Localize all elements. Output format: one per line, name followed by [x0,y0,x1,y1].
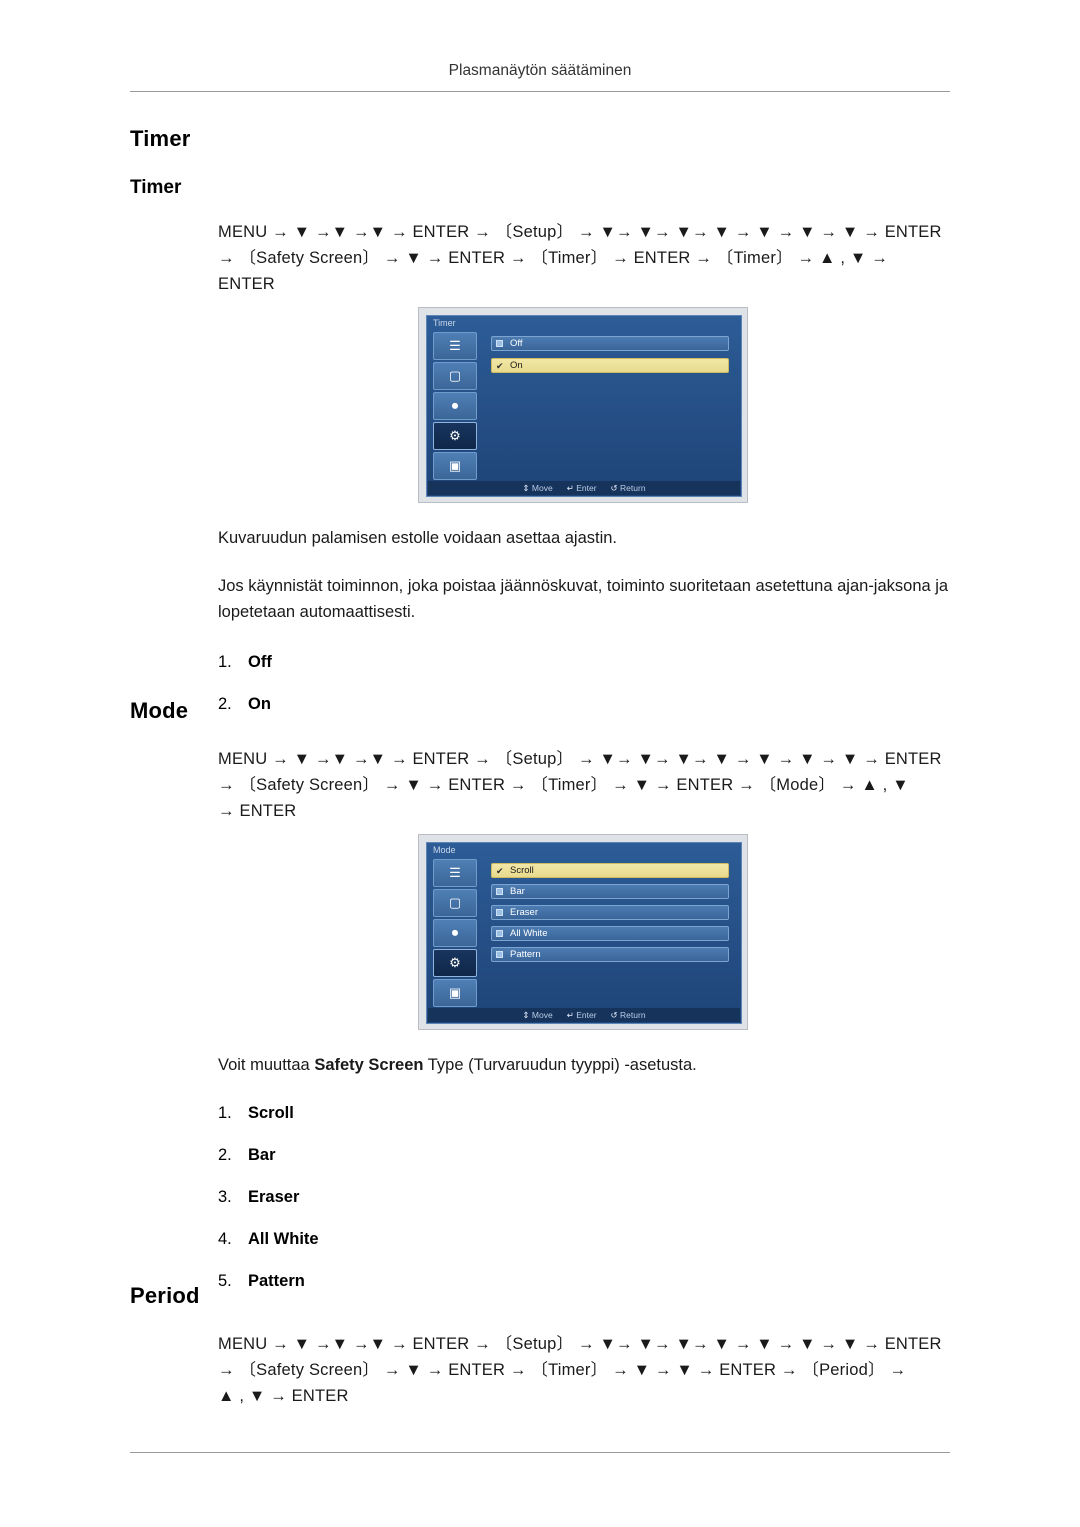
nav-path-line: → 〔Safety Screen〕 → ▼ → ENTER → 〔Timer〕 … [218,776,909,794]
osd-row-label: Off [510,338,523,349]
osd-row-label: Pattern [510,949,541,960]
move-icon: ⇕ [522,1010,530,1020]
osd-icon-setup[interactable]: ⚙ [433,422,477,450]
return-icon: ↺ [610,1010,618,1020]
nav-path-line: ENTER [218,275,275,293]
nav-path-mode: MENU → ▼ →▼ →▼ → ENTER → 〔Setup〕 → ▼→ ▼→… [130,746,950,824]
paragraph-bold: Safety Screen [314,1056,424,1074]
enter-icon: ↵ [566,483,574,493]
list-number: 4. [218,1230,232,1248]
list-item: 4. All White [218,1218,950,1260]
list-label: All White [248,1230,319,1248]
osd-footer-enter: ↵ Enter [566,1010,597,1020]
osd-icon-picture[interactable]: ☰ [433,859,477,887]
section-period: Period MENU → ▼ →▼ →▼ → ENTER → 〔Setup〕 … [130,1283,950,1409]
osd-title: Mode [433,845,456,855]
list-number: 3. [218,1188,232,1206]
osd-footer-enter: ↵ Enter [566,483,597,493]
bullet-icon [496,909,503,916]
list-number: 1. [218,653,232,671]
nav-path-period: MENU → ▼ →▼ →▼ → ENTER → 〔Setup〕 → ▼→ ▼→… [130,1331,950,1409]
osd-row-scroll[interactable]: ✔ Scroll [491,863,729,878]
osd-icon-multicontrol[interactable]: ▣ [433,979,477,1007]
nav-path-line: → 〔Safety Screen〕 → ▼ → ENTER → 〔Timer〕 … [218,1361,907,1379]
osd-row-label: All White [510,928,548,939]
list-label: Scroll [248,1104,294,1122]
osd-title: Timer [433,318,456,328]
section-heading-period: Period [130,1283,200,1308]
osd-row-on[interactable]: ✔ On [491,358,729,373]
check-icon: ✔ [496,361,504,371]
osd-panel: Mode ☰ ▢ ⏺ ⚙ ▣ ✔ Scroll Bar Eraser All W… [426,842,742,1024]
return-icon: ↺ [610,483,618,493]
list-item: 2. Bar [218,1134,950,1176]
osd-icon-picture[interactable]: ☰ [433,332,477,360]
list-item: 3. Eraser [218,1176,950,1218]
osd-screenshot-mode: Mode ☰ ▢ ⏺ ⚙ ▣ ✔ Scroll Bar Eraser All W… [418,834,748,1030]
osd-row-all-white[interactable]: All White [491,926,729,941]
list-label: Off [248,653,272,671]
osd-icon-sound[interactable]: ▢ [433,362,477,390]
section-mode: Mode MENU → ▼ →▼ →▼ → ENTER → 〔Setup〕 → … [130,698,950,1302]
list-number: 1. [218,1104,232,1122]
paragraph-timer-1: Kuvaruudun palamisen estolle voidaan ase… [218,529,618,547]
osd-row-label: On [510,360,523,371]
osd-screenshot-timer: Timer ☰ ▢ ⏺ ⚙ ▣ Off ✔ On ⇕ Move ↵ Enter … [418,307,748,503]
osd-panel: Timer ☰ ▢ ⏺ ⚙ ▣ Off ✔ On ⇕ Move ↵ Enter … [426,315,742,497]
nav-path-line: → 〔Safety Screen〕 → ▼ → ENTER → 〔Timer〕 … [218,249,888,267]
osd-footer: ⇕ Move ↵ Enter ↺ Return [428,1008,740,1022]
page-header: Plasmanäytön säätäminen [448,62,632,79]
footer-rule [130,1452,950,1453]
list-label: Eraser [248,1188,300,1206]
bullet-icon [496,888,503,895]
document-page: Plasmanäytön säätäminen Timer Timer MENU… [0,0,1080,1527]
list-item: 1. Off [218,641,950,683]
osd-icon-time[interactable]: ⏺ [433,392,477,420]
list-label: Bar [248,1146,276,1164]
osd-footer-move: ⇕ Move [522,1010,553,1020]
header-rule [130,91,950,92]
section-heading-timer: Timer [130,126,191,151]
osd-row-off[interactable]: Off [491,336,729,351]
osd-icon-time[interactable]: ⏺ [433,919,477,947]
nav-path-timer: MENU → ▼ →▼ →▼ → ENTER → 〔Setup〕 → ▼→ ▼→… [130,219,950,297]
nav-path-line: MENU → ▼ →▼ →▼ → ENTER → 〔Setup〕 → ▼→ ▼→… [218,223,942,241]
osd-icon-setup[interactable]: ⚙ [433,949,477,977]
osd-row-eraser[interactable]: Eraser [491,905,729,920]
osd-footer-return: ↺ Return [610,1010,646,1020]
list-item: 1. Scroll [218,1092,950,1134]
osd-footer: ⇕ Move ↵ Enter ↺ Return [428,481,740,495]
osd-icon-multicontrol[interactable]: ▣ [433,452,477,480]
bullet-icon [496,930,503,937]
bullet-icon [496,340,503,347]
subsection-heading-timer: Timer [130,177,182,198]
osd-row-label: Eraser [510,907,538,918]
paragraph-timer-2: Jos käynnistät toiminnon, joka poistaa j… [218,577,949,621]
osd-footer-move: ⇕ Move [522,483,553,493]
osd-footer-return: ↺ Return [610,483,646,493]
nav-path-line: ▲ , ▼ → ENTER [218,1387,349,1405]
list-number: 2. [218,1146,232,1164]
section-timer: Timer Timer MENU → ▼ →▼ →▼ → ENTER → 〔Se… [130,126,950,725]
osd-row-label: Scroll [510,865,534,876]
enter-icon: ↵ [566,1010,574,1020]
section-heading-mode: Mode [130,698,189,723]
option-list-mode: 1. Scroll 2. Bar 3. Eraser 4. All White 5. Pa… [130,1092,950,1302]
nav-path-line: MENU → ▼ →▼ →▼ → ENTER → 〔Setup〕 → ▼→ ▼→… [218,1335,942,1353]
paragraph-mode-1: Voit muuttaa Safety Screen Type (Turvaru… [218,1052,950,1078]
bullet-icon [496,951,503,958]
nav-path-line: MENU → ▼ →▼ →▼ → ENTER → 〔Setup〕 → ▼→ ▼→… [218,750,942,768]
osd-row-label: Bar [510,886,525,897]
osd-icon-sound[interactable]: ▢ [433,889,477,917]
nav-path-line: → ENTER [218,802,297,820]
paragraph-suffix: Type (Turvaruudun tyyppi) -asetusta. [423,1056,697,1074]
paragraph-prefix: Voit muuttaa [218,1056,315,1074]
osd-row-bar[interactable]: Bar [491,884,729,899]
osd-row-pattern[interactable]: Pattern [491,947,729,962]
check-icon: ✔ [496,866,504,876]
move-icon: ⇕ [522,483,530,493]
